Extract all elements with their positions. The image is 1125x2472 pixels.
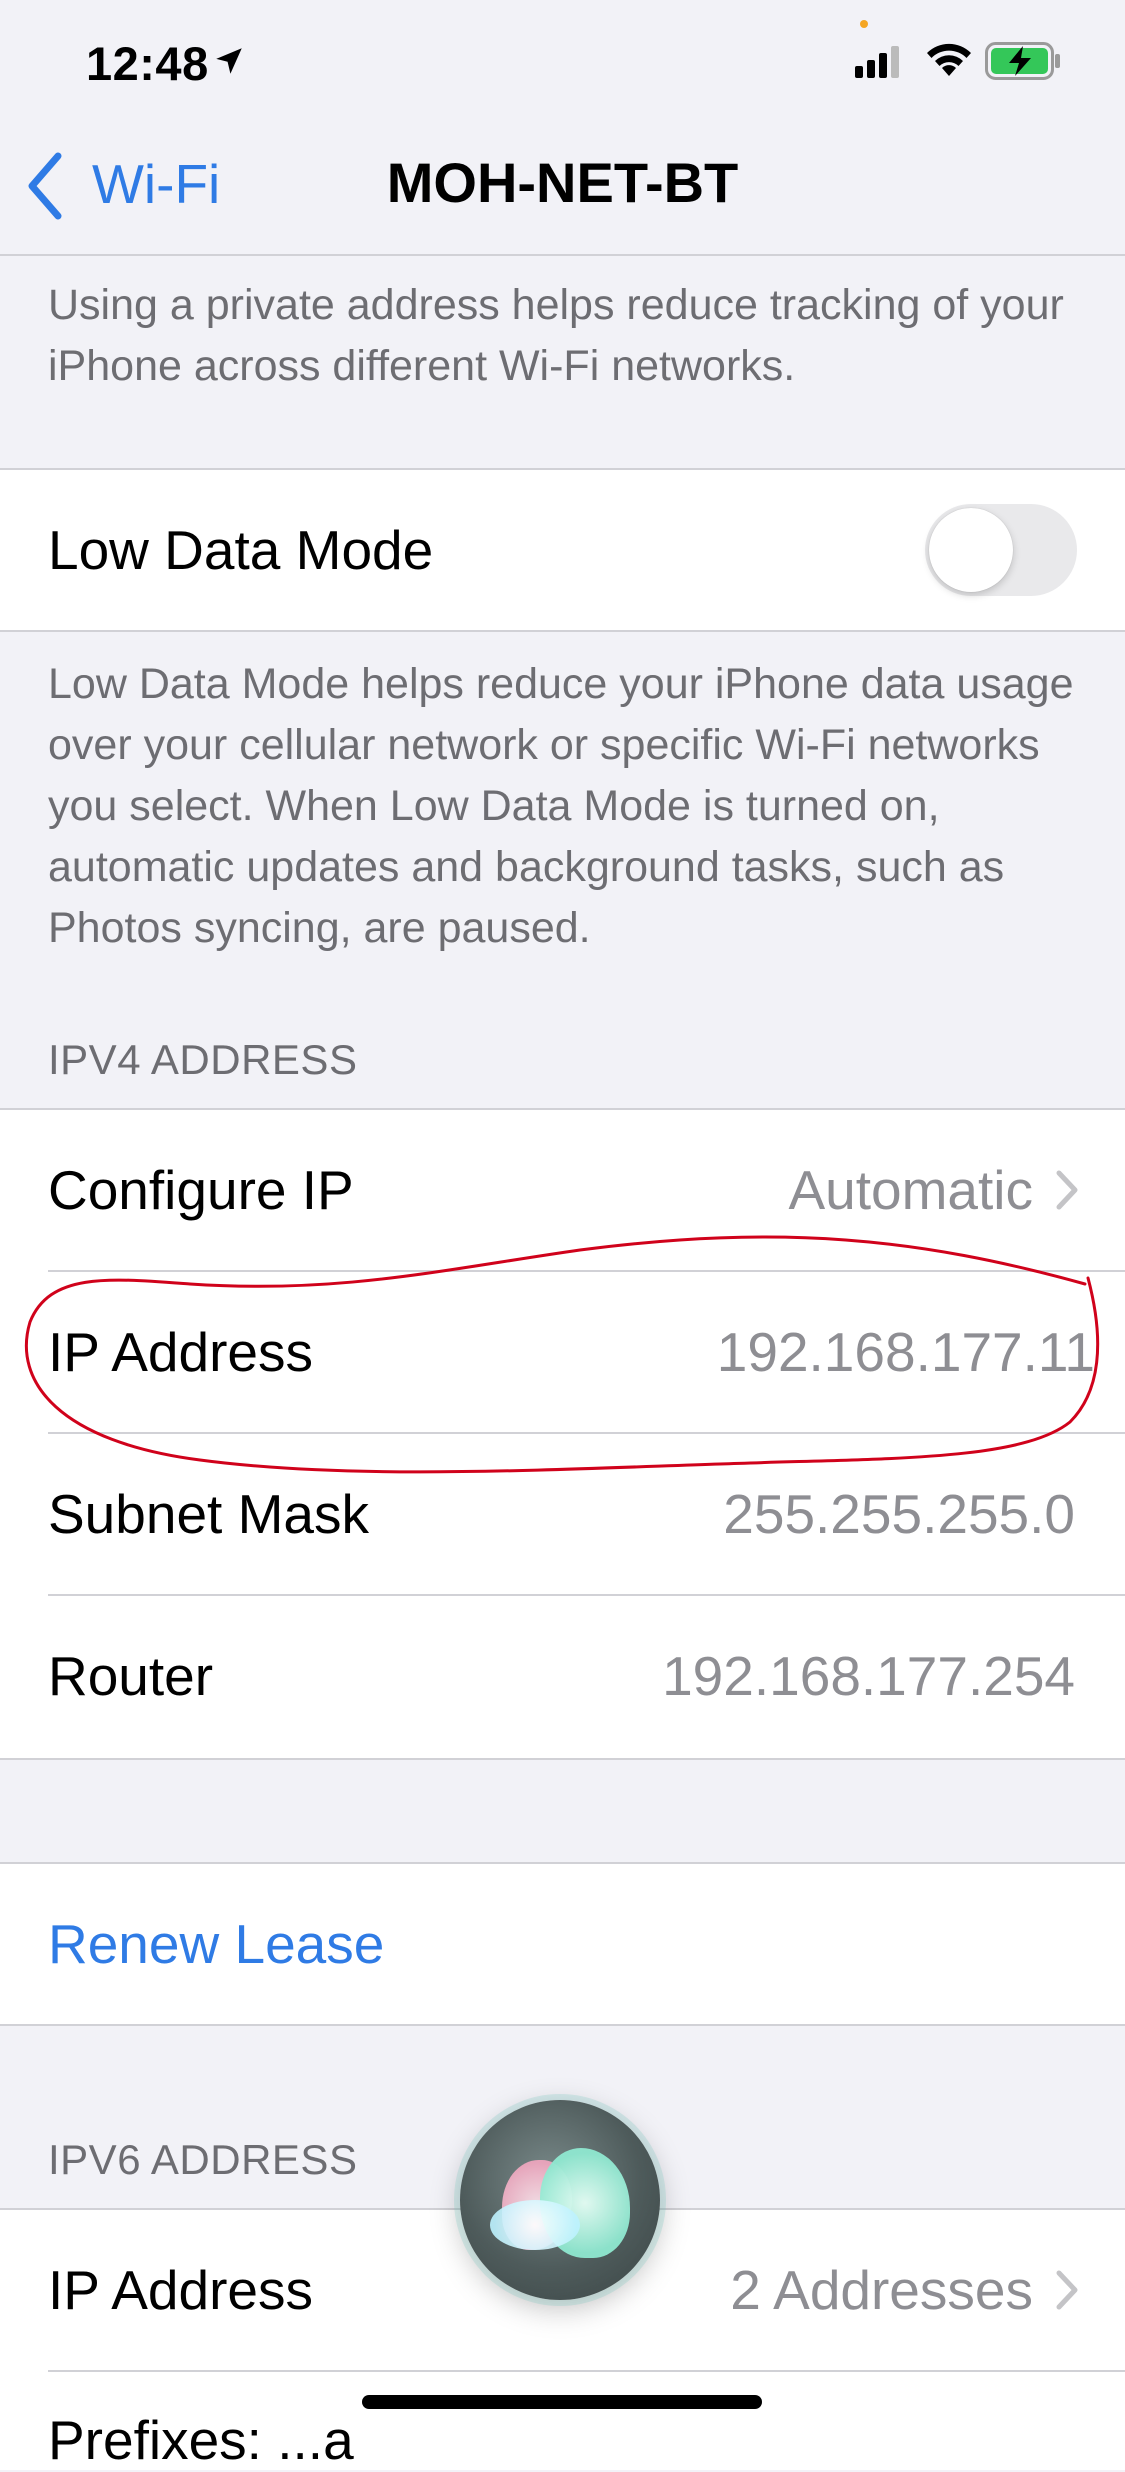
router-row: Router 192.168.177.254 bbox=[0, 1596, 1125, 1756]
privacy-indicator-dot bbox=[860, 20, 868, 28]
nav-divider bbox=[0, 254, 1125, 256]
low-data-mode-toggle[interactable] bbox=[925, 504, 1077, 596]
private-address-footer: Using a private address helps reduce tra… bbox=[48, 281, 1064, 390]
red-highlight-annotation bbox=[24, 1235, 1100, 1474]
renew-lease-button[interactable]: Renew Lease bbox=[48, 1912, 384, 1976]
low-data-mode-footer: Low Data Mode helps reduce your iPhone d… bbox=[48, 660, 1074, 952]
configure-ip-label: Configure IP bbox=[48, 1159, 354, 1221]
status-time: 12:48 bbox=[86, 37, 209, 90]
ipv6-address-value: 2 Addresses bbox=[730, 2259, 1033, 2321]
home-indicator[interactable] bbox=[362, 2395, 762, 2409]
siri-wave bbox=[490, 2200, 580, 2250]
chevron-right-icon bbox=[1056, 2270, 1078, 2310]
ipv6-section-header: IPV6 ADDRESS bbox=[48, 2136, 358, 2183]
router-label: Router bbox=[48, 1645, 214, 1707]
siri-orb[interactable] bbox=[460, 2100, 660, 2300]
page-title: MOH-NET-BT bbox=[386, 151, 739, 214]
low-data-mode-group: Low Data Mode bbox=[0, 468, 1125, 632]
location-arrow-icon bbox=[216, 48, 242, 74]
ipv6-address-label: IP Address bbox=[48, 2259, 313, 2321]
battery-charging-icon bbox=[985, 42, 1060, 80]
renew-lease-row[interactable]: Renew Lease bbox=[0, 1864, 1125, 2024]
row-separator bbox=[48, 2370, 1125, 2372]
low-data-mode-row: Low Data Mode bbox=[0, 470, 1125, 630]
subnet-mask-value: 255.255.255.0 bbox=[723, 1483, 1075, 1545]
ipv4-section-header: IPV4 ADDRESS bbox=[48, 1036, 358, 1083]
wifi-icon bbox=[927, 43, 971, 76]
low-data-mode-label: Low Data Mode bbox=[48, 519, 434, 581]
toggle-knob bbox=[929, 508, 1013, 592]
cellular-signal-icon bbox=[855, 46, 899, 78]
chevron-right-icon bbox=[1056, 1170, 1078, 1210]
renew-lease-group: Renew Lease bbox=[0, 1862, 1125, 2026]
partial-row-text: Prefixes: ...a bbox=[48, 2409, 354, 2471]
subnet-mask-label: Subnet Mask bbox=[48, 1483, 370, 1545]
configure-ip-value: Automatic bbox=[788, 1159, 1033, 1221]
router-value: 192.168.177.254 bbox=[662, 1645, 1075, 1707]
